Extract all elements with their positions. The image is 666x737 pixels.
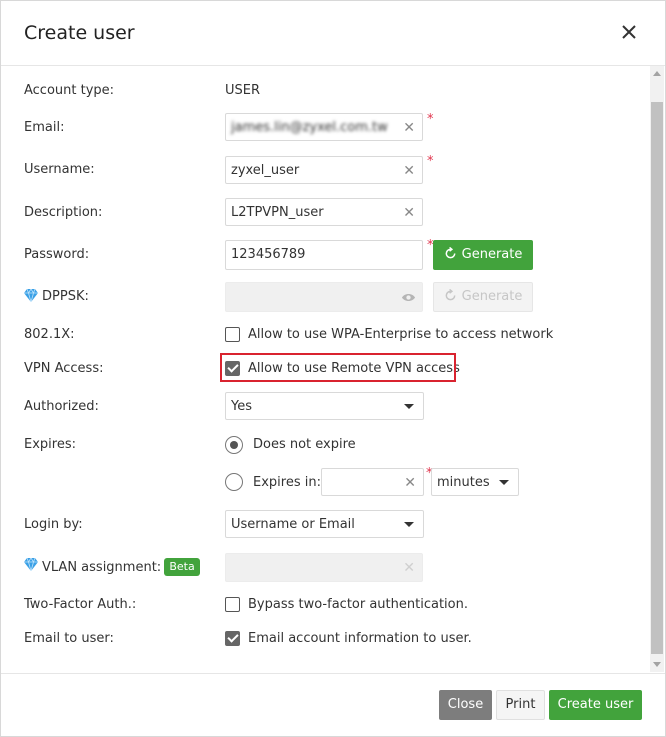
username-clear-icon[interactable]: ✕	[403, 163, 415, 179]
dialog-title: Create user	[24, 22, 135, 44]
close-icon[interactable]	[620, 23, 638, 41]
print-button[interactable]: Print	[496, 690, 545, 720]
account-type-value: USER	[225, 83, 261, 98]
expires-label: Expires:	[24, 437, 76, 452]
email-label: Email:	[24, 120, 65, 135]
generate-dppsk-label: Generate	[461, 289, 523, 304]
generate-password-button[interactable]: Generate	[433, 240, 533, 270]
authorized-label: Authorized:	[24, 399, 99, 414]
two-factor-checkbox[interactable]	[225, 597, 240, 612]
chevron-down-icon	[404, 522, 414, 527]
username-required-mark: *	[427, 154, 434, 169]
password-field[interactable]: 123456789	[225, 240, 423, 270]
dppsk-label: DPPSK:	[42, 289, 89, 304]
description-field[interactable]: L2TPVPN_user ✕	[225, 198, 423, 226]
dppsk-field	[225, 282, 423, 312]
description-value: L2TPVPN_user	[231, 205, 324, 220]
expires-in-label: Expires in:	[253, 475, 321, 490]
vpn-access-label: VPN Access:	[24, 361, 104, 376]
scrollbar-thumb[interactable]	[651, 102, 663, 654]
beta-badge: Beta	[164, 558, 200, 576]
close-button[interactable]: Close	[439, 690, 492, 720]
vlan-clear-icon: ✕	[403, 560, 415, 576]
description-clear-icon[interactable]: ✕	[403, 205, 415, 221]
create-user-button[interactable]: Create user	[549, 690, 642, 720]
create-user-dialog: Create user Account type: USER Email: ja…	[0, 0, 666, 737]
username-label: Username:	[24, 162, 95, 177]
diamond-icon	[24, 558, 38, 571]
chevron-down-icon	[404, 404, 414, 409]
account-type-label: Account type:	[24, 83, 115, 98]
two-factor-checkbox-label: Bypass two-factor authentication.	[248, 597, 468, 612]
login-by-value: Username or Email	[231, 517, 355, 532]
dot1x-checkbox-label: Allow to use WPA-Enterprise to access ne…	[248, 327, 554, 342]
username-field[interactable]: zyxel_user ✕	[225, 156, 423, 184]
email-field[interactable]: james.lin@zyxel.com.tw ✕	[225, 113, 423, 141]
vlan-field: ✕	[225, 553, 423, 582]
email-to-user-label: Email to user:	[24, 631, 114, 646]
expires-never-radio[interactable]	[225, 436, 243, 454]
scroll-up-arrow-icon[interactable]	[653, 71, 661, 76]
authorized-value: Yes	[231, 399, 252, 414]
password-label: Password:	[24, 247, 90, 262]
email-clear-icon[interactable]: ✕	[403, 120, 415, 136]
username-value: zyxel_user	[231, 163, 300, 178]
dialog-header: Create user	[1, 1, 665, 66]
diamond-icon	[24, 289, 38, 302]
expires-in-radio[interactable]	[225, 473, 243, 491]
generate-password-label: Generate	[461, 247, 523, 262]
expires-amount-clear-icon[interactable]: ✕	[404, 475, 416, 491]
password-value: 123456789	[231, 247, 306, 262]
email-to-user-checkbox[interactable]	[225, 631, 240, 646]
two-factor-label: Two-Factor Auth.:	[24, 597, 137, 612]
scrollbar[interactable]	[650, 66, 664, 672]
refresh-icon	[445, 246, 456, 258]
email-value: james.lin@zyxel.com.tw	[231, 120, 388, 135]
vpn-access-highlight	[220, 353, 456, 382]
refresh-icon-disabled	[445, 288, 456, 300]
expires-amount-field[interactable]: ✕	[321, 468, 424, 496]
vlan-label: VLAN assignment:	[42, 560, 162, 575]
expires-unit-select[interactable]: minutes	[431, 468, 519, 496]
expires-never-label: Does not expire	[253, 437, 356, 452]
email-required-mark: *	[427, 112, 434, 127]
scroll-down-arrow-icon[interactable]	[653, 662, 661, 667]
dot1x-checkbox[interactable]	[225, 327, 240, 342]
dot1x-label: 802.1X:	[24, 327, 75, 342]
generate-dppsk-button: Generate	[433, 282, 533, 312]
description-label: Description:	[24, 205, 103, 220]
expires-unit-value: minutes	[437, 475, 490, 490]
authorized-select[interactable]: Yes	[225, 392, 424, 420]
eye-icon	[401, 293, 416, 302]
login-by-label: Login by:	[24, 517, 83, 532]
login-by-select[interactable]: Username or Email	[225, 510, 424, 538]
chevron-down-icon	[499, 480, 509, 485]
email-to-user-checkbox-label: Email account information to user.	[248, 631, 472, 646]
